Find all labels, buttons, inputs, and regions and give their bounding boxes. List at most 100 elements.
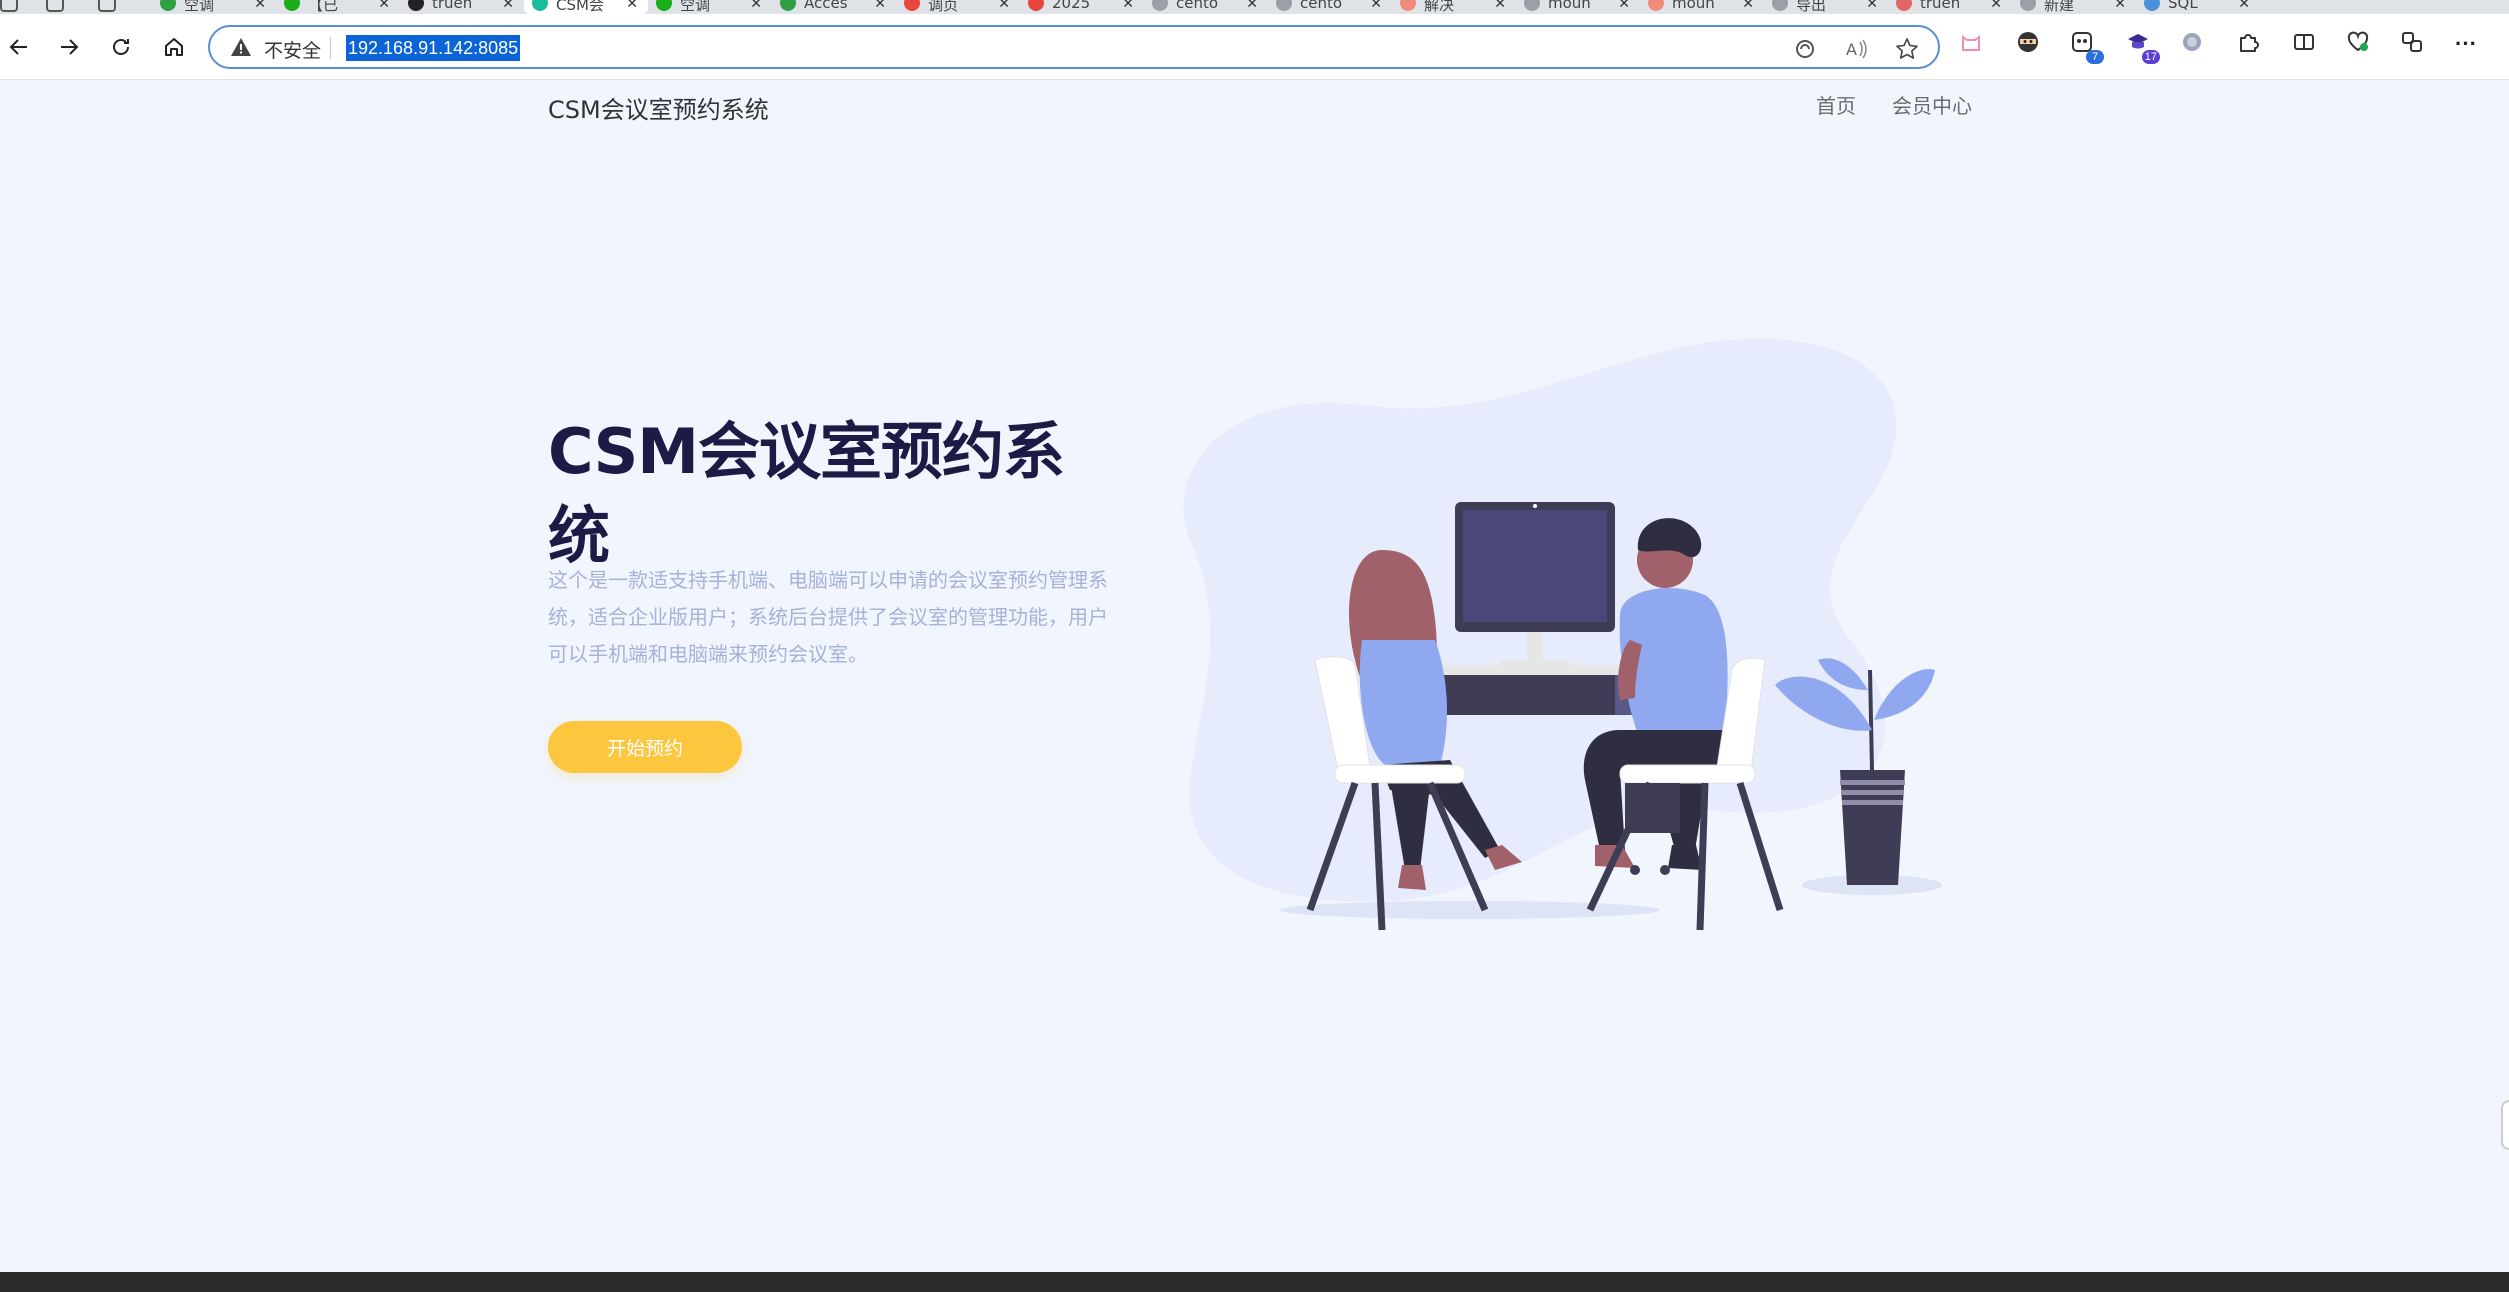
browser-tab[interactable]: CSM会 ✕	[524, 0, 648, 14]
forward-arrow-icon	[61, 39, 79, 55]
browser-essentials-icon[interactable]	[1792, 36, 1818, 62]
refresh-button[interactable]	[102, 28, 140, 66]
tab-title: SQL	[2168, 0, 2198, 12]
tab-close-icon[interactable]: ✕	[1866, 0, 1888, 12]
browser-tab[interactable]: 新建 ✕	[2012, 0, 2136, 14]
tab-actions-icon[interactable]	[98, 0, 116, 12]
tab-close-icon[interactable]: ✕	[874, 0, 896, 12]
tab-title: 调页	[928, 0, 959, 14]
browser-tab[interactable]: 导出 ✕	[1764, 0, 1888, 14]
tab-title: cento	[1176, 0, 1219, 12]
circle-extension-button[interactable]	[2176, 28, 2208, 60]
forward-button[interactable]	[50, 28, 88, 66]
tab-close-icon[interactable]: ✕	[626, 0, 648, 12]
tab-title: moun	[1672, 0, 1715, 12]
workspaces-icon[interactable]	[46, 0, 64, 12]
security-status-label[interactable]: 不安全	[264, 36, 321, 63]
browser-tab[interactable]: moun ✕	[1640, 0, 1764, 14]
tab-close-icon[interactable]: ✕	[502, 0, 524, 12]
ninja-extension-button[interactable]	[2012, 28, 2044, 60]
tab-favicon-icon	[1648, 0, 1664, 11]
more-icon: ···	[2455, 31, 2477, 56]
tab-close-icon[interactable]: ✕	[1990, 0, 2012, 12]
read-aloud-icon[interactable]: A	[1844, 36, 1870, 62]
tab-close-icon[interactable]: ✕	[1742, 0, 1764, 12]
profile-avatar-icon[interactable]	[0, 0, 18, 12]
browser-tab[interactable]: SQL ✕	[2136, 0, 2260, 14]
browser-tab[interactable]: cento ✕	[1268, 0, 1392, 14]
browser-tab[interactable]: 2025 ✕	[1020, 0, 1144, 14]
tab-title: 2025	[1052, 0, 1091, 12]
panda-extension-button[interactable]: 7	[2066, 28, 2104, 64]
tab-title: 导出	[1796, 0, 1827, 14]
graduation-cap-extension-button[interactable]: 17	[2122, 28, 2160, 64]
page-content: CSM会议室预约系统 首页 会员中心 CSM会议室预约系统 这个是一款适支持手机…	[0, 80, 2509, 1272]
browser-toolbar: 不安全 192.168.91.142:8085 A 7 17 ···	[0, 14, 2509, 80]
heart-health-icon	[2346, 30, 2370, 59]
tab-favicon-icon	[160, 0, 176, 11]
tab-title: CSM会	[556, 0, 604, 14]
cat-extension-button[interactable]	[1955, 28, 1987, 60]
meeting-illustration	[1183, 338, 1942, 931]
browser-tab[interactable]: 【已 ✕	[276, 0, 400, 14]
tab-close-icon[interactable]: ✕	[750, 0, 772, 12]
tab-close-icon[interactable]: ✕	[1122, 0, 1144, 12]
browser-tab[interactable]: 解决 ✕	[1392, 0, 1516, 14]
tab-favicon-icon	[1028, 0, 1044, 11]
split-screen-icon	[2292, 30, 2316, 59]
back-button[interactable]	[0, 28, 38, 66]
address-bar[interactable]: 不安全 192.168.91.142:8085 A	[208, 25, 1940, 69]
split-screen-extension-button[interactable]	[2288, 28, 2320, 60]
tab-close-icon[interactable]: ✕	[1370, 0, 1392, 12]
tab-favicon-icon	[2020, 0, 2036, 11]
extension-badge: 17	[2141, 50, 2160, 64]
sidebar-toggle-handle[interactable]	[2501, 1100, 2509, 1150]
browser-tab[interactable]: 空调 ✕	[152, 0, 276, 14]
browser-tab[interactable]: Acces ✕	[772, 0, 896, 14]
circle-icon	[2181, 31, 2203, 58]
url-text[interactable]: 192.168.91.142:8085	[346, 35, 521, 61]
more-extension-button[interactable]: ···	[2450, 28, 2482, 60]
favorite-star-icon[interactable]	[1894, 36, 1920, 62]
tab-close-icon[interactable]: ✕	[254, 0, 276, 12]
tab-close-icon[interactable]: ✕	[998, 0, 1020, 12]
collections-extension-button[interactable]	[2396, 28, 2428, 60]
extension-badge: 7	[2086, 50, 2104, 64]
nav-link-member-center[interactable]: 会员中心	[1892, 90, 1972, 119]
browser-tab[interactable]: moun ✕	[1516, 0, 1640, 14]
bottom-bar	[0, 1272, 2509, 1292]
tab-close-icon[interactable]: ✕	[1618, 0, 1640, 12]
tab-close-icon[interactable]: ✕	[1246, 0, 1268, 12]
tab-favicon-icon	[904, 0, 920, 11]
site-brand[interactable]: CSM会议室预约系统	[548, 90, 769, 125]
nav-link-home[interactable]: 首页	[1816, 90, 1856, 119]
browser-tab[interactable]: 调页 ✕	[896, 0, 1020, 14]
tab-close-icon[interactable]: ✕	[2114, 0, 2136, 12]
home-button[interactable]	[155, 28, 193, 66]
site-nav: 首页 会员中心	[1816, 90, 1972, 119]
tab-title: truen	[1920, 0, 1961, 12]
tab-favicon-icon	[2144, 0, 2160, 11]
svg-text:A: A	[1846, 40, 1857, 59]
tab-close-icon[interactable]: ✕	[1494, 0, 1516, 12]
puzzle-extension-button[interactable]	[2232, 28, 2264, 60]
browser-tab[interactable]: truen ✕	[400, 0, 524, 14]
tab-favicon-icon	[1772, 0, 1788, 11]
tab-close-icon[interactable]: ✕	[2238, 0, 2260, 12]
start-booking-button[interactable]: 开始预约	[548, 721, 742, 773]
heart-health-extension-button[interactable]	[2342, 28, 2374, 60]
address-divider	[330, 37, 331, 59]
tab-title: Acces	[804, 0, 848, 12]
tab-favicon-icon	[1276, 0, 1292, 11]
browser-tab[interactable]: cento ✕	[1144, 0, 1268, 14]
browser-tab-strip: 空调 ✕ 【已 ✕ truen ✕ CSM会 ✕ 空调 ✕ Acces ✕ 调页 ✕ 2025 ✕ cento ✕…	[0, 0, 2509, 14]
cat-icon	[1960, 32, 1982, 57]
tab-favicon-icon	[656, 0, 672, 11]
tab-title: 空调	[184, 0, 215, 14]
browser-tab[interactable]: truen ✕	[1888, 0, 2012, 14]
desk-front	[1440, 675, 1615, 715]
tab-favicon-icon	[1524, 0, 1540, 11]
tab-title: cento	[1300, 0, 1343, 12]
tab-close-icon[interactable]: ✕	[378, 0, 400, 12]
browser-tab[interactable]: 空调 ✕	[648, 0, 772, 14]
